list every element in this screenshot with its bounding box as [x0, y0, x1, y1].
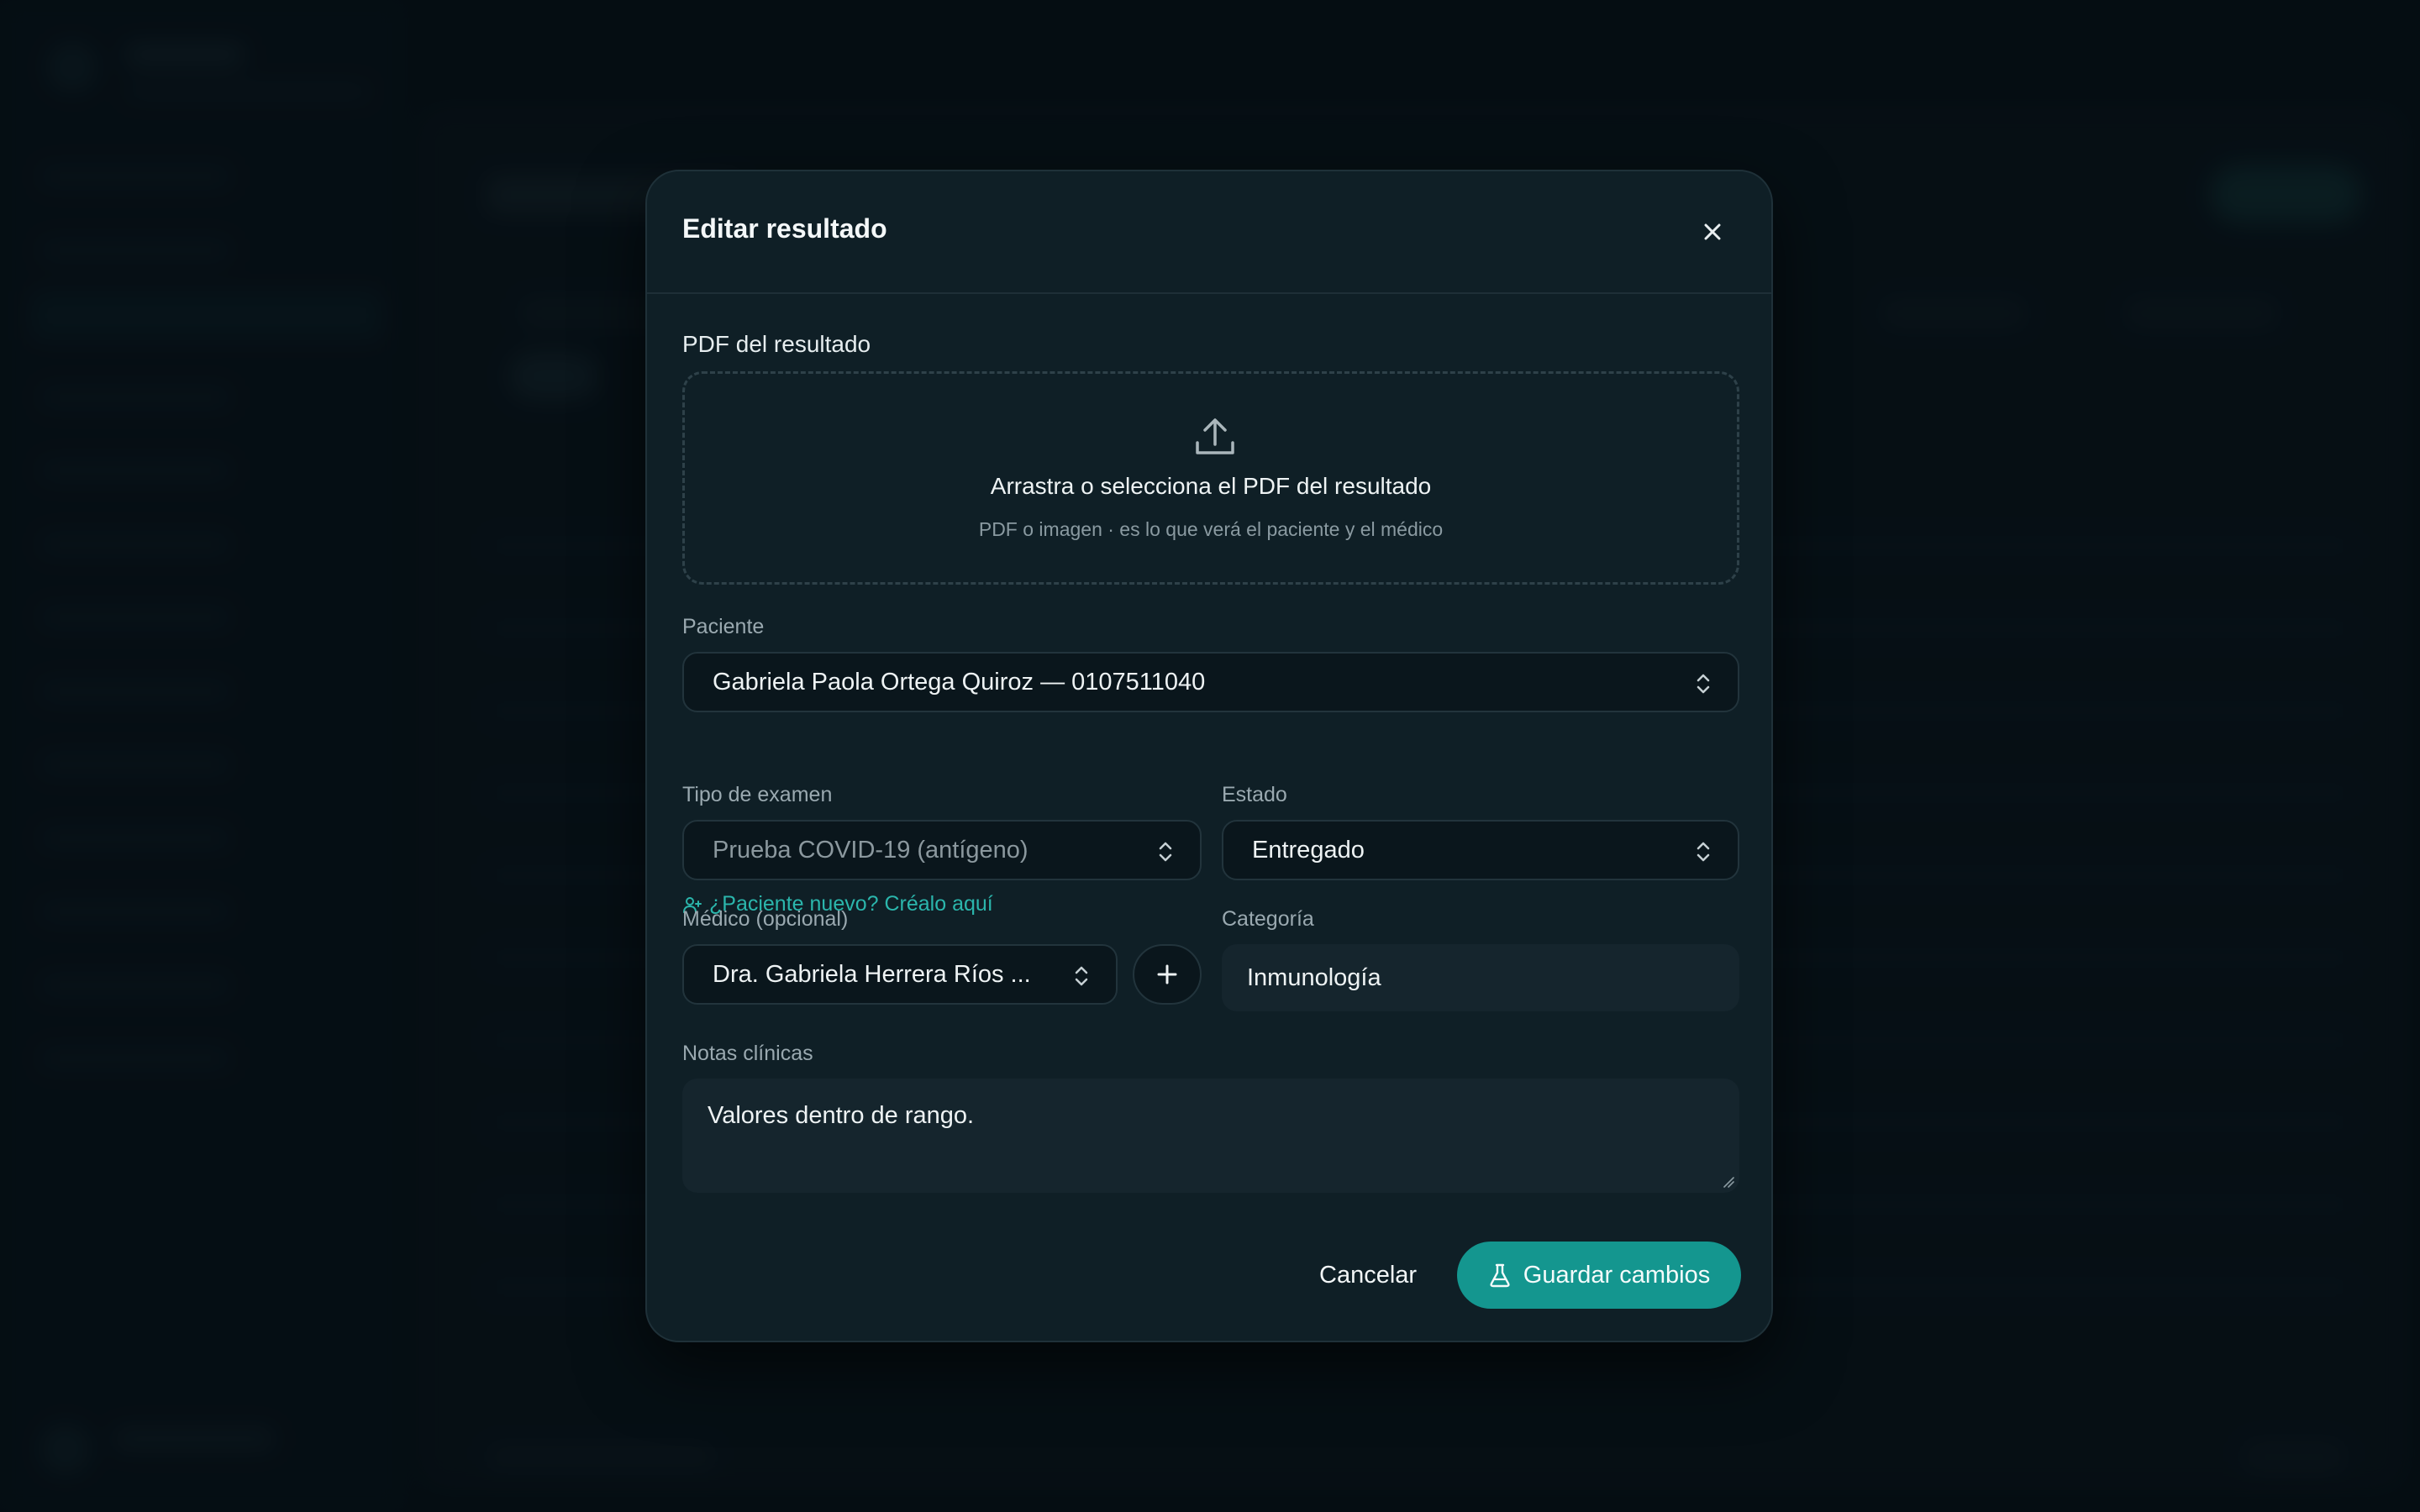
save-button-label: Guardar cambios: [1523, 1261, 1711, 1289]
status-value: Entregado: [1252, 836, 1365, 864]
status-select[interactable]: Entregado: [1222, 820, 1739, 880]
patient-select[interactable]: Gabriela Paola Ortega Quiroz — 010751104…: [682, 652, 1739, 712]
upload-icon: [1196, 418, 1234, 454]
modal-title: Editar resultado: [682, 213, 887, 244]
chevron-updown-icon: [1697, 674, 1710, 694]
doctor-value: Dra. Gabriela Herrera Ríos ...: [713, 960, 1031, 988]
category-label: Categoría: [1222, 907, 1314, 931]
modal-header: Editar resultado: [647, 171, 1771, 294]
cancel-button[interactable]: Cancelar: [1319, 1262, 1417, 1289]
dropzone-subtitle: PDF o imagen · es lo que verá el pacient…: [978, 518, 1444, 540]
status-label: Estado: [1222, 783, 1287, 806]
dropzone-title: Arrastra o selecciona el PDF del resulta…: [990, 473, 1432, 499]
edit-result-modal: Editar resultado PDF del resultado Arras…: [645, 170, 1773, 1342]
notes-label: Notas clínicas: [682, 1042, 813, 1065]
exam-type-label: Tipo de examen: [682, 783, 833, 806]
save-changes-button[interactable]: Guardar cambios: [1457, 1242, 1741, 1309]
patient-label: Paciente: [682, 615, 765, 638]
pdf-dropzone[interactable]: Arrastra o selecciona el PDF del resulta…: [682, 371, 1739, 585]
exam-type-value: Prueba COVID-19 (antígeno): [713, 836, 1028, 864]
flask-icon: [1490, 1263, 1510, 1288]
chevron-updown-icon: [1159, 842, 1172, 862]
doctor-select[interactable]: Dra. Gabriela Herrera Ríos ...: [682, 944, 1118, 1005]
notes-value: Valores dentro de rango.: [708, 1102, 975, 1129]
patient-value: Gabriela Paola Ortega Quiroz — 010751104…: [713, 668, 1206, 696]
close-button[interactable]: [1697, 217, 1728, 247]
close-icon: [1704, 223, 1721, 240]
doctor-label: Médico (opcional): [682, 907, 849, 931]
add-doctor-button[interactable]: [1133, 944, 1202, 1005]
clinical-notes-textarea[interactable]: Valores dentro de rango.: [682, 1079, 1739, 1193]
exam-type-select[interactable]: Prueba COVID-19 (antígeno): [682, 820, 1202, 880]
pdf-label: PDF del resultado: [682, 331, 871, 357]
category-field[interactable]: Inmunología: [1222, 944, 1739, 1011]
plus-icon: [1157, 964, 1177, 984]
chevron-updown-icon: [1075, 966, 1088, 986]
chevron-updown-icon: [1697, 842, 1710, 862]
resize-handle-icon[interactable]: [1723, 1176, 1734, 1188]
